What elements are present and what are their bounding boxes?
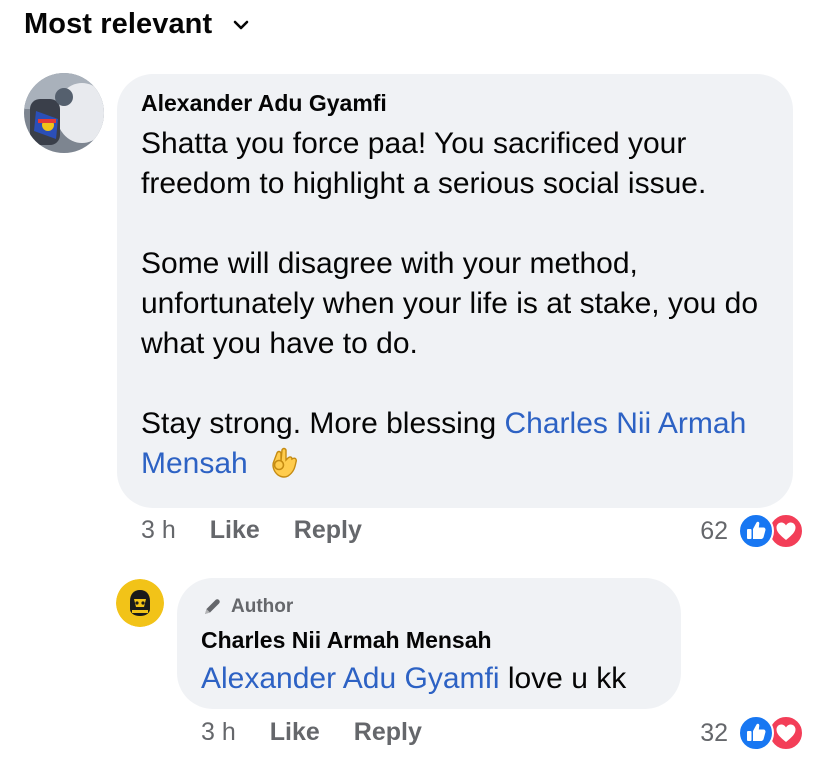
comment-bubble: Alexander Adu Gyamfi Shatta you force pa… <box>117 74 793 508</box>
avatar[interactable] <box>24 73 104 153</box>
sort-label: Most relevant <box>24 8 213 40</box>
reply-body: Alexander Adu Gyamfi love u kk <box>201 660 626 698</box>
comment-paragraph: Some will disagree with your method, unf… <box>141 247 759 360</box>
sort-dropdown[interactable]: Most relevant <box>24 8 250 41</box>
reply-actions: 3 h Like Reply <box>201 718 456 747</box>
reply-bubble: Author Charles Nii Armah Mensah Alexande… <box>177 578 681 709</box>
comment-closing-text: Stay strong. More blessing <box>141 407 505 440</box>
like-button[interactable]: Like <box>270 718 320 747</box>
comment-body: Shatta you force paa! You sacrificed you… <box>141 124 771 484</box>
like-reaction-icon <box>738 715 774 751</box>
profile-photo <box>24 73 104 153</box>
reaction-summary[interactable]: 32 <box>700 715 804 751</box>
comment-author[interactable]: Alexander Adu Gyamfi <box>141 90 387 117</box>
pencil-icon <box>205 599 220 614</box>
ok-hand-emoji-icon <box>272 447 297 478</box>
reply-timestamp[interactable]: 3 h <box>201 718 236 747</box>
like-reaction-icon <box>738 513 774 549</box>
reply-author[interactable]: Charles Nii Armah Mensah <box>201 627 492 654</box>
reply-text: love u kk <box>499 662 627 695</box>
like-button[interactable]: Like <box>210 516 260 545</box>
comment-paragraph: Stay strong. More blessing Charles Nii A… <box>141 404 771 484</box>
page-logo <box>116 579 164 627</box>
comment-timestamp[interactable]: 3 h <box>141 516 176 545</box>
reply-button[interactable]: Reply <box>354 718 422 747</box>
mention-link[interactable]: Alexander Adu Gyamfi <box>201 662 500 695</box>
chevron-down-icon <box>233 20 249 29</box>
reaction-count: 62 <box>700 516 728 545</box>
author-badge-label: Author <box>231 596 294 617</box>
author-badge: Author <box>201 596 293 618</box>
reply-button[interactable]: Reply <box>294 516 362 545</box>
reaction-summary[interactable]: 62 <box>700 513 804 549</box>
reaction-count: 32 <box>700 718 728 747</box>
comment-actions: 3 h Like Reply <box>141 516 396 545</box>
avatar[interactable] <box>116 579 164 627</box>
comment-paragraph: Shatta you force paa! You sacrificed you… <box>141 127 707 200</box>
